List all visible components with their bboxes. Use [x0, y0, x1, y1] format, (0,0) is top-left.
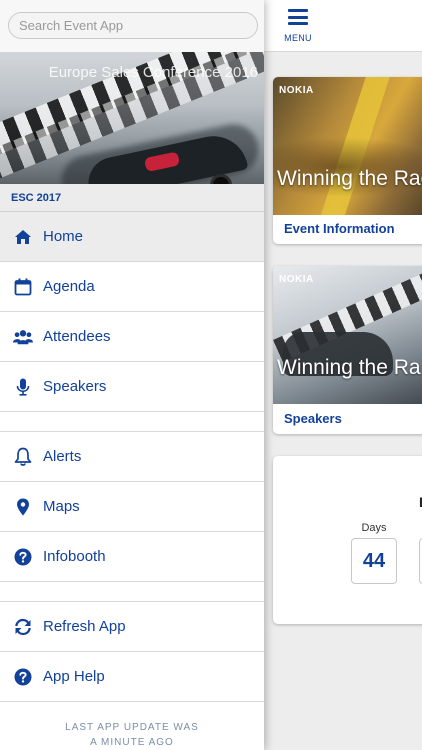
hamburger-icon	[288, 9, 308, 25]
nav-item-label: Attendees	[43, 328, 111, 345]
nav-item-app-help[interactable]: App Help	[0, 652, 264, 702]
tile-caption: Speakers	[284, 411, 342, 426]
nav-item-agenda[interactable]: Agenda	[0, 262, 264, 312]
calendar-icon	[13, 277, 33, 297]
search-input[interactable]	[8, 12, 258, 39]
nav-item-label: Speakers	[43, 378, 107, 395]
banner-title: Europe Sales Conference 2016	[48, 64, 258, 81]
event-information-tile[interactable]: NOKIA Winning the Rac Event Information	[273, 77, 422, 244]
nokia-logo: NOKIA	[279, 274, 314, 285]
nav-item-maps[interactable]: Maps	[0, 482, 264, 532]
search-bar	[0, 0, 264, 52]
bell-icon	[13, 447, 33, 467]
countdown-card: E Days 44	[273, 456, 422, 624]
menu-button[interactable]: MENU	[278, 6, 318, 46]
nokia-logo: NOKIA	[279, 85, 314, 96]
event-label-bar: ESC 2017	[0, 184, 264, 212]
last-update-footer: LAST APP UPDATE WAS A MINUTE AGO	[0, 720, 264, 750]
event-banner: Europe Sales Conference 2016	[0, 52, 264, 184]
nav-item-label: App Help	[43, 668, 105, 685]
nav-item-label: Infobooth	[43, 548, 106, 565]
tile-caption: Event Information	[284, 221, 395, 236]
question-icon	[13, 667, 33, 687]
nav-item-speakers[interactable]: Speakers	[0, 362, 264, 412]
nav-section-divider	[0, 582, 264, 602]
menu-label: MENU	[284, 33, 312, 43]
nav-item-label: Refresh App	[43, 618, 126, 635]
last-update-time: A MINUTE AGO	[90, 737, 174, 748]
microphone-icon	[13, 377, 33, 397]
main-content: MENU NOKIA Winning the Rac Event Informa…	[264, 0, 422, 750]
top-bar: MENU	[264, 0, 422, 52]
speakers-tile[interactable]: NOKIA Winning the Ra Speakers	[273, 266, 422, 434]
speakers-image: NOKIA Winning the Ra	[273, 266, 422, 404]
event-information-image: NOKIA Winning the Rac	[273, 77, 422, 215]
last-update-text: LAST APP UPDATE WAS	[65, 722, 199, 733]
nav-section-divider	[0, 412, 264, 432]
nav-item-home[interactable]: Home	[0, 212, 264, 262]
nav-item-label: Maps	[43, 498, 80, 515]
nav-item-infobooth[interactable]: Infobooth	[0, 532, 264, 582]
nav-item-attendees[interactable]: Attendees	[0, 312, 264, 362]
nav-item-refresh-app[interactable]: Refresh App	[0, 602, 264, 652]
event-short-name: ESC 2017	[11, 192, 62, 204]
question-icon	[13, 547, 33, 567]
nav-item-label: Alerts	[43, 448, 82, 465]
users-icon	[13, 327, 33, 347]
days-label: Days	[361, 522, 387, 534]
side-drawer: Europe Sales Conference 2016 ESC 2017 Ho…	[0, 0, 264, 750]
nav-item-label: Home	[43, 228, 84, 245]
refresh-icon	[13, 617, 33, 637]
days-value: 44	[351, 538, 397, 584]
nav-item-alerts[interactable]: Alerts	[0, 432, 264, 482]
tile-overlay-text: Winning the Ra	[277, 356, 421, 379]
home-icon	[13, 227, 33, 247]
nav-item-label: Agenda	[43, 278, 95, 295]
tile-overlay-text: Winning the Rac	[277, 167, 422, 190]
map-pin-icon	[13, 497, 33, 517]
nav-menu: Home Agenda Attendees Speakers Alerts Ma…	[0, 212, 264, 702]
